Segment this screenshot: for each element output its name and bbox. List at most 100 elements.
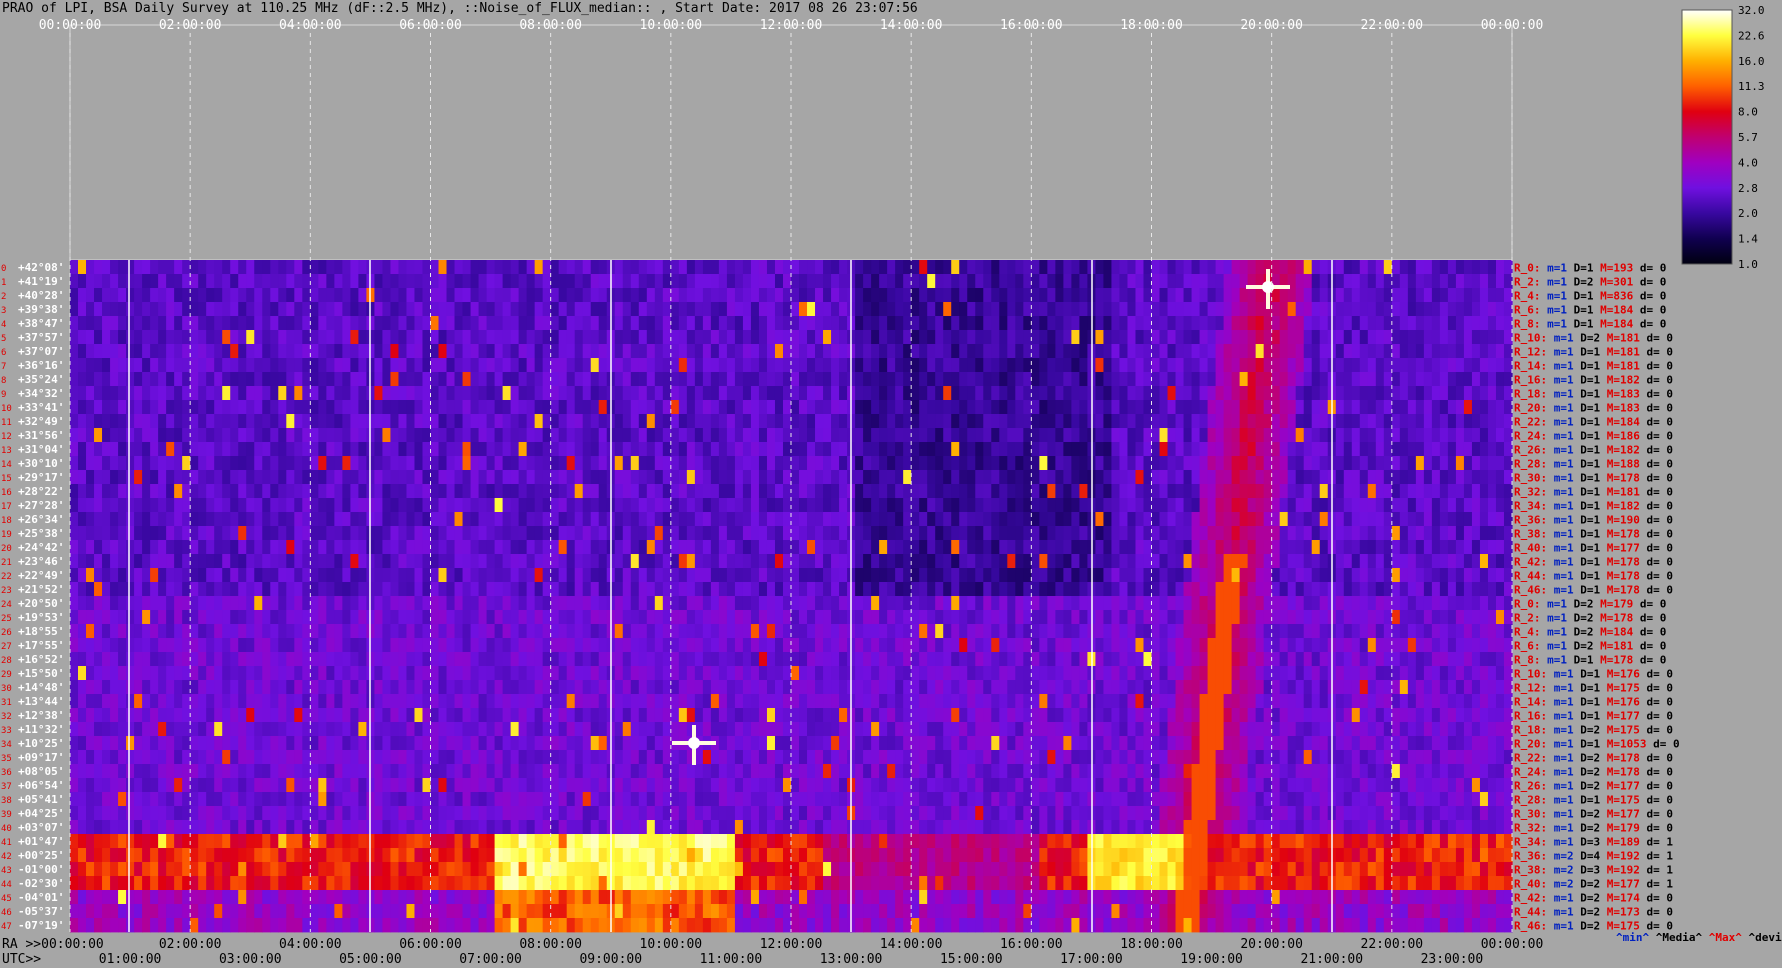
- heatmap-cell: [1231, 596, 1241, 611]
- heatmap-cell: [943, 540, 952, 555]
- heatmap-cell: [1383, 302, 1393, 317]
- heatmap-cell: [1071, 386, 1080, 401]
- heatmap-cell: [903, 456, 912, 471]
- heatmap-cell: [574, 358, 584, 373]
- heatmap-cell: [350, 470, 359, 485]
- heatmap-cell: [374, 470, 384, 485]
- heatmap-cell: [1311, 358, 1321, 373]
- heatmap-cell: [1175, 358, 1185, 373]
- heatmap-cell: [118, 512, 127, 527]
- heatmap-cell: [1271, 260, 1281, 275]
- heatmap-cell: [1039, 316, 1048, 331]
- heatmap-cell: [831, 638, 840, 653]
- heatmap-cell: [1351, 568, 1361, 583]
- heatmap-cell: [414, 456, 424, 471]
- heatmap-cell: [478, 456, 488, 471]
- heatmap-cell: [1159, 386, 1169, 401]
- heatmap-cell: [1239, 540, 1249, 555]
- heatmap-cell: [1031, 456, 1040, 471]
- heatmap-cell: [1367, 330, 1377, 345]
- heatmap-cell: [1487, 512, 1497, 527]
- heatmap-cell: [1055, 554, 1064, 569]
- heatmap-cell: [1015, 358, 1024, 373]
- heatmap-cell: [230, 470, 239, 485]
- heatmap-cell: [895, 288, 904, 303]
- heatmap-cell: [1447, 344, 1457, 359]
- heatmap-cell: [927, 456, 936, 471]
- heatmap-cell: [518, 344, 528, 359]
- heatmap-cell: [1391, 512, 1401, 527]
- heatmap-cell: [558, 358, 568, 373]
- heatmap-cell: [791, 638, 800, 653]
- heatmap-cell: [1231, 554, 1241, 569]
- heatmap-cell: [206, 526, 215, 541]
- heatmap-cell: [871, 582, 880, 597]
- heatmap-cell: [1175, 344, 1185, 359]
- heatmap-cell: [158, 442, 167, 457]
- heatmap-cell: [871, 568, 880, 583]
- heatmap-cell: [446, 610, 456, 625]
- heatmap-cell: [1351, 582, 1361, 597]
- heatmap-cell: [238, 470, 247, 485]
- heatmap-cell: [190, 610, 199, 625]
- heatmap-cell: [158, 582, 167, 597]
- heatmap-cell: [734, 428, 744, 443]
- heatmap-cell: [382, 344, 392, 359]
- heatmap-cell: [558, 344, 568, 359]
- heatmap-cell: [1239, 372, 1249, 387]
- heatmap-cell: [582, 400, 592, 415]
- heatmap-cell: [1055, 470, 1064, 485]
- heatmap-cell: [1231, 428, 1241, 443]
- heatmap-cell: [1439, 316, 1449, 331]
- heatmap-cell: [983, 442, 992, 457]
- heatmap-cell: [1311, 484, 1321, 499]
- heatmap-cell: [1295, 372, 1305, 387]
- heatmap-cell: [1359, 288, 1369, 303]
- heatmap-cell: [302, 610, 311, 625]
- heatmap-cell: [1351, 344, 1361, 359]
- heatmap-cell: [646, 624, 656, 639]
- heatmap-cell: [807, 302, 816, 317]
- heatmap-cell: [710, 470, 720, 485]
- heatmap-cell: [895, 386, 904, 401]
- heatmap-cell: [839, 638, 848, 653]
- heatmap-cell: [911, 302, 920, 317]
- heatmap-cell: [382, 316, 392, 331]
- heatmap-cell: [214, 512, 223, 527]
- heatmap-cell: [927, 330, 936, 345]
- heatmap-cell: [486, 400, 496, 415]
- heatmap-cell: [550, 512, 560, 527]
- heatmap-cell: [134, 540, 143, 555]
- heatmap-cell: [823, 344, 832, 359]
- heatmap-cell: [1127, 358, 1137, 373]
- heatmap-cell: [518, 358, 528, 373]
- heatmap-cell: [678, 316, 688, 331]
- heatmap-cell: [598, 302, 608, 317]
- heatmap-cell: [903, 260, 912, 275]
- heatmap-cell: [1407, 512, 1417, 527]
- heatmap-cell: [102, 386, 111, 401]
- heatmap-cell: [1399, 512, 1409, 527]
- heatmap-cell: [983, 624, 992, 639]
- heatmap-cell: [991, 288, 1000, 303]
- heatmap-cell: [374, 610, 384, 625]
- heatmap-cell: [78, 400, 87, 415]
- heatmap-cell: [270, 442, 279, 457]
- heatmap-cell: [895, 484, 904, 499]
- heatmap-cell: [750, 568, 760, 583]
- heatmap-cell: [94, 526, 103, 541]
- heatmap-cell: [142, 624, 151, 639]
- heatmap-cell: [1447, 316, 1457, 331]
- heatmap-cell: [142, 274, 151, 289]
- heatmap-cell: [895, 428, 904, 443]
- heatmap-cell: [478, 358, 488, 373]
- heatmap-cell: [110, 372, 119, 387]
- heatmap-cell: [943, 274, 952, 289]
- heatmap-cell: [1335, 582, 1345, 597]
- heatmap-cell: [911, 428, 920, 443]
- heatmap-cell: [102, 554, 111, 569]
- heatmap-cell: [94, 442, 103, 457]
- heatmap-cell: [174, 260, 183, 275]
- heatmap-cell: [750, 358, 760, 373]
- heatmap-cell: [582, 414, 592, 429]
